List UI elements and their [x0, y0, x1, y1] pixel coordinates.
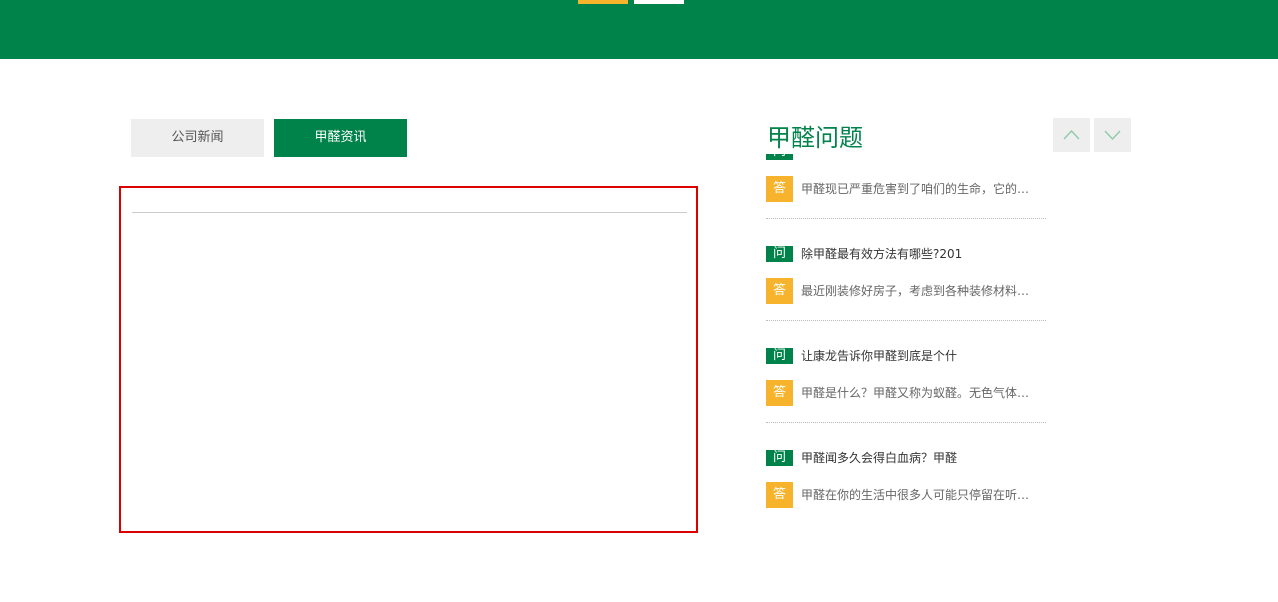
question-row[interactable]: 问 让康龙告诉你甲醛到底是个什	[766, 347, 1046, 365]
answer-badge: 答	[766, 380, 793, 406]
question-badge: 问	[766, 246, 793, 262]
answer-row[interactable]: 答 甲醛现已严重危害到了咱们的生命，它的…	[766, 176, 1046, 202]
scroll-down-button[interactable]	[1094, 118, 1131, 152]
tab-formaldehyde-info[interactable]: 甲醛资讯	[274, 119, 407, 157]
question-badge: 问	[766, 450, 793, 466]
divider	[132, 212, 687, 213]
qa-list: 问 答 甲醛现已严重危害到了咱们的生命，它的… 问 除甲醛最有效方法有哪些?20…	[766, 154, 1046, 514]
header-bar	[0, 0, 1278, 59]
slider-indicator-active[interactable]	[578, 0, 628, 4]
qa-item[interactable]: 问 除甲醛最有效方法有哪些?201 答 最近刚装修好房子，考虑到各种装修材料…	[766, 219, 1046, 321]
question-text[interactable]: 甲醛闻多久会得白血病？甲醛	[801, 449, 957, 467]
question-row[interactable]: 问 甲醛闻多久会得白血病？甲醛	[766, 449, 1046, 467]
scroll-up-button[interactable]	[1053, 118, 1090, 152]
answer-badge: 答	[766, 176, 793, 202]
qa-item[interactable]: 问 甲醛闻多久会得白血病？甲醛 答 甲醛在你的生活中很多人可能只停留在听…	[766, 423, 1046, 514]
qa-section-title: 甲醛问题	[767, 124, 863, 152]
question-badge: 问	[766, 154, 793, 160]
chevron-up-icon	[1063, 130, 1080, 140]
answer-row[interactable]: 答 甲醛是什么？甲醛又称为蚁醛。无色气体…	[766, 380, 1046, 406]
question-row[interactable]: 问 除甲醛最有效方法有哪些?201	[766, 245, 1046, 263]
answer-text[interactable]: 甲醛现已严重危害到了咱们的生命，它的…	[801, 176, 1046, 202]
answer-text[interactable]: 甲醛是什么？甲醛又称为蚁醛。无色气体…	[801, 380, 1046, 406]
answer-text[interactable]: 甲醛在你的生活中很多人可能只停留在听…	[801, 482, 1046, 508]
question-text[interactable]: 让康龙告诉你甲醛到底是个什	[801, 347, 957, 365]
answer-badge: 答	[766, 278, 793, 304]
tab-company-news[interactable]: 公司新闻	[131, 119, 264, 157]
news-content-panel	[119, 186, 698, 533]
question-row[interactable]: 问	[766, 154, 1046, 161]
question-text[interactable]: 除甲醛最有效方法有哪些?201	[801, 245, 962, 263]
qa-item[interactable]: 问 答 甲醛现已严重危害到了咱们的生命，它的…	[766, 154, 1046, 219]
answer-row[interactable]: 答 甲醛在你的生活中很多人可能只停留在听…	[766, 482, 1046, 508]
qa-item[interactable]: 问 让康龙告诉你甲醛到底是个什 答 甲醛是什么？甲醛又称为蚁醛。无色气体…	[766, 321, 1046, 423]
answer-row[interactable]: 答 最近刚装修好房子，考虑到各种装修材料…	[766, 278, 1046, 304]
answer-text[interactable]: 最近刚装修好房子，考虑到各种装修材料…	[801, 278, 1046, 304]
answer-badge: 答	[766, 482, 793, 508]
chevron-down-icon	[1104, 130, 1121, 140]
question-badge: 问	[766, 348, 793, 364]
slider-indicator[interactable]	[634, 0, 684, 4]
